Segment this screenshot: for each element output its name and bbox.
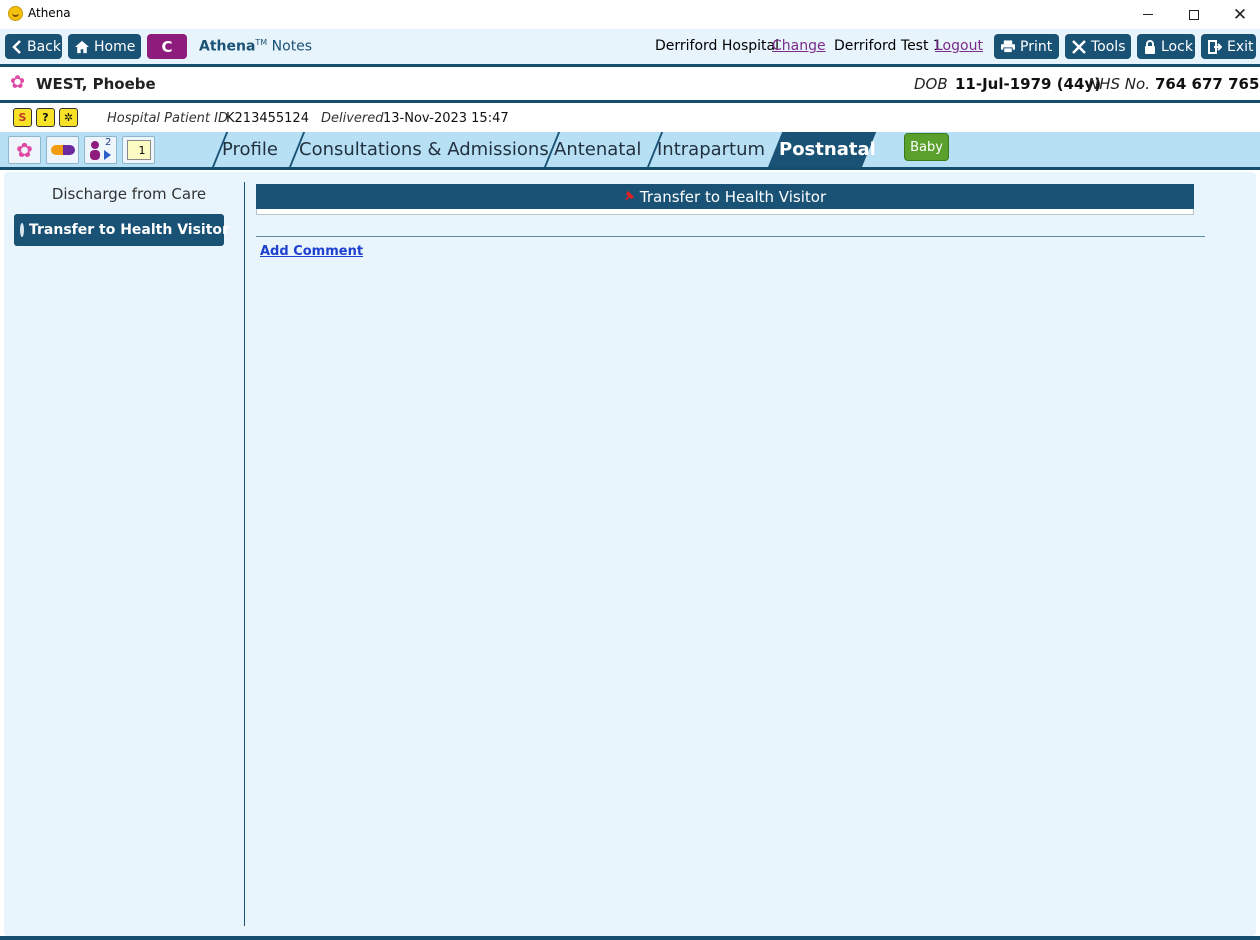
- quick-flower-icon[interactable]: ✿: [8, 136, 41, 164]
- minimize-icon: [1143, 14, 1153, 15]
- trademark-mark: TM: [255, 38, 268, 47]
- window-titlebar: Athena ✕: [0, 0, 1260, 29]
- alert-s-icon[interactable]: S: [13, 108, 32, 127]
- section-body: [256, 209, 1194, 215]
- app-name-bold: Athena: [199, 38, 256, 55]
- home-button[interactable]: Home: [68, 34, 141, 59]
- nav-item-transfer-to-health-visitor[interactable]: Transfer to Health Visitor: [14, 214, 229, 246]
- tab-postnatal[interactable]: Postnatal: [779, 132, 876, 167]
- left-panel-title: Discharge from Care: [51, 185, 207, 203]
- bottom-border: [0, 936, 1260, 940]
- tools-button[interactable]: Tools: [1065, 34, 1131, 59]
- main-content-area: [4, 172, 1256, 936]
- exit-label: Exit: [1227, 38, 1254, 55]
- section-header: Transfer to Health Visitor: [256, 184, 1194, 209]
- change-hospital-link[interactable]: Change: [772, 38, 826, 54]
- dob-label: DOB: [914, 75, 948, 93]
- notes-icon[interactable]: 1: [122, 136, 155, 164]
- c-button[interactable]: C: [147, 34, 187, 59]
- app-name-rest: Notes: [267, 38, 313, 55]
- maximize-button[interactable]: [1171, 0, 1217, 29]
- app-name: AthenaTM Notes: [199, 38, 312, 55]
- printer-icon: [1001, 40, 1015, 54]
- notes-badge: 1: [126, 140, 151, 160]
- tab-intrapartum[interactable]: Intrapartum: [657, 132, 765, 167]
- chevron-left-icon: [12, 39, 22, 54]
- flower-icon: ✿: [10, 72, 26, 93]
- tab-profile[interactable]: Profile: [222, 132, 278, 167]
- content-divider: [256, 236, 1205, 237]
- patient-banner: ✿ WEST, Phoebe DOB 11-Jul-1979 (44y) NHS…: [0, 67, 1260, 100]
- alert-help-icon[interactable]: ?: [36, 108, 55, 127]
- main-toolbar: Back Home C AthenaTM Notes Derriford Hos…: [0, 29, 1260, 64]
- patient-info-row: S ? ✲ Hospital Patient ID K213455124 Del…: [0, 103, 1260, 132]
- pin-icon: [624, 190, 635, 204]
- print-label: Print: [1020, 38, 1053, 55]
- medication-icon[interactable]: [46, 136, 79, 164]
- athena-logo-icon: [8, 6, 23, 21]
- tab-consultations-admissions[interactable]: Consultations & Admissions: [299, 132, 549, 167]
- tabrow-divider: [0, 167, 1260, 170]
- patient-name: WEST, Phoebe: [36, 75, 156, 93]
- print-button[interactable]: Print: [994, 34, 1059, 59]
- radio-circle-icon: [20, 223, 24, 237]
- exit-button[interactable]: Exit: [1201, 34, 1256, 59]
- home-label: Home: [94, 38, 136, 55]
- pill-icon: [50, 145, 75, 155]
- tools-icon: [1072, 39, 1086, 54]
- hospital-patient-id: K213455124: [226, 111, 309, 126]
- person-queue-badge: 2: [105, 137, 112, 148]
- delivered-label: Delivered: [321, 111, 384, 126]
- dob-value: 11-Jul-1979 (44y): [955, 75, 1102, 93]
- person-queue-icon[interactable]: 2: [84, 136, 117, 164]
- panel-divider: [244, 182, 245, 926]
- alert-bug-icon[interactable]: ✲: [59, 108, 78, 127]
- close-button[interactable]: ✕: [1217, 0, 1260, 29]
- exit-door-icon: [1208, 39, 1222, 54]
- maximize-icon: [1189, 9, 1199, 20]
- section-title: Transfer to Health Visitor: [639, 187, 827, 206]
- back-label: Back: [27, 38, 61, 55]
- lock-button[interactable]: Lock: [1137, 34, 1195, 59]
- c-label: C: [161, 37, 173, 56]
- tools-label: Tools: [1091, 38, 1126, 55]
- window-title: Athena: [28, 6, 71, 20]
- tab-antenatal[interactable]: Antenatal: [554, 132, 641, 167]
- nhs-number: 764 677 7650: [1155, 75, 1260, 93]
- baby-button[interactable]: Baby: [904, 133, 949, 161]
- minimize-button[interactable]: [1125, 0, 1171, 29]
- add-comment-link[interactable]: Add Comment: [260, 244, 363, 259]
- delivered-value: 13-Nov-2023 15:47: [383, 111, 509, 126]
- logout-link[interactable]: Logout: [935, 38, 983, 54]
- lock-icon: [1144, 39, 1156, 54]
- back-button[interactable]: Back: [5, 34, 62, 59]
- lock-label: Lock: [1161, 38, 1193, 55]
- close-icon: ✕: [1232, 4, 1248, 25]
- user-name: Derriford Test 1: [834, 38, 942, 54]
- nav-item-label: Transfer to Health Visitor: [29, 222, 229, 238]
- hospital-patient-id-label: Hospital Patient ID: [107, 111, 228, 126]
- nhs-label: NHS No.: [1088, 75, 1150, 93]
- home-icon: [75, 40, 89, 54]
- hospital-name: Derriford Hospital: [655, 38, 780, 54]
